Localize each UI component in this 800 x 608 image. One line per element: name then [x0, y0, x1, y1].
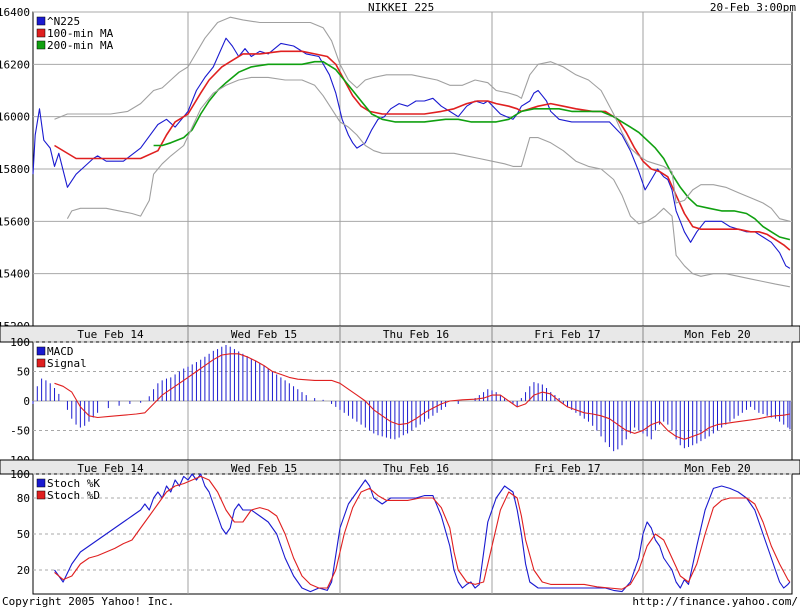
y-tick-label: 50 [17, 366, 30, 379]
y-tick-label: 100 [10, 336, 30, 349]
legend-swatch [36, 16, 46, 26]
x-day-label: Wed Feb 15 [231, 462, 297, 475]
legend-swatch [36, 358, 46, 368]
y-tick-label: 100 [10, 468, 30, 481]
y-tick-label: 16200 [0, 58, 30, 71]
y-tick-label: 15800 [0, 163, 30, 176]
y-tick-label: 80 [17, 492, 30, 505]
y-tick-label: 15600 [0, 215, 30, 228]
legend-swatch [36, 346, 46, 356]
legend-label: Signal [47, 357, 87, 370]
y-tick-label: 15400 [0, 268, 30, 281]
legend-swatch [36, 490, 46, 500]
y-tick-label: 50 [17, 528, 30, 541]
legend-swatch [36, 40, 46, 50]
x-day-label: Mon Feb 20 [684, 462, 750, 475]
x-day-label: Tue Feb 14 [77, 328, 144, 341]
copyright-text: Copyright 2005 Yahoo! Inc. [2, 595, 175, 608]
y-tick-label: 0 [23, 395, 30, 408]
source-url: http://finance.yahoo.com/ [632, 595, 798, 608]
y-tick-label: 16000 [0, 111, 30, 124]
legend-swatch [36, 28, 46, 38]
x-day-label: Thu Feb 16 [383, 328, 449, 341]
y-tick-label: 16400 [0, 6, 30, 19]
legend-label: 200-min MA [47, 39, 114, 52]
x-day-label: Mon Feb 20 [684, 328, 750, 341]
x-day-label: Tue Feb 14 [77, 462, 144, 475]
x-day-label: Fri Feb 17 [534, 328, 600, 341]
legend-swatch [36, 478, 46, 488]
x-day-label: Fri Feb 17 [534, 462, 600, 475]
legend-label: Stoch %D [47, 489, 100, 502]
x-day-label: Wed Feb 15 [231, 328, 297, 341]
nikkei-chart: 15200154001560015800160001620016400Tue F… [0, 6, 800, 595]
x-day-label: Thu Feb 16 [383, 462, 449, 475]
y-tick-label: 20 [17, 564, 30, 577]
y-tick-label: -50 [10, 425, 30, 438]
